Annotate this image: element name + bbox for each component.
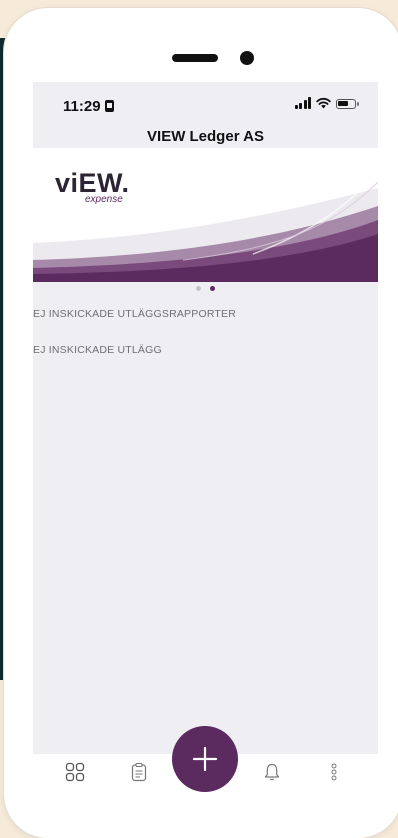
phone-speaker	[172, 54, 218, 62]
page-title: VIEW Ledger AS	[147, 128, 264, 145]
sim-card-icon	[104, 100, 114, 112]
status-icons	[294, 97, 359, 109]
section-header-unsent-reports: EJ INSKICKADE UTLÄGGSRAPPORTER	[33, 308, 237, 320]
add-button[interactable]	[172, 726, 238, 792]
clipboard-icon[interactable]	[131, 762, 147, 782]
pager-dot-active[interactable]	[210, 286, 215, 291]
brand-logo-subtitle: expense	[85, 194, 123, 205]
more-vertical-icon[interactable]	[330, 762, 338, 782]
add-icon	[192, 746, 218, 772]
carousel-pager[interactable]	[33, 286, 378, 291]
pager-dot[interactable]	[196, 286, 201, 291]
status-bar: 11:29	[33, 82, 378, 124]
phone-camera	[240, 51, 254, 65]
wifi-icon	[316, 97, 331, 109]
section-header-unsent-expenses: EJ INSKICKADE UTLÄGG	[33, 344, 162, 356]
bell-icon[interactable]	[264, 762, 280, 782]
dashboard-icon[interactable]	[65, 762, 85, 782]
banner-carousel[interactable]: viEW. expense	[33, 148, 378, 282]
app-screen: 11:29 VIEW Ledger AS viEW. expense EJ IN…	[33, 82, 378, 812]
signal-icon	[294, 97, 311, 109]
battery-icon	[336, 99, 359, 109]
status-time: 11:29	[63, 98, 114, 115]
